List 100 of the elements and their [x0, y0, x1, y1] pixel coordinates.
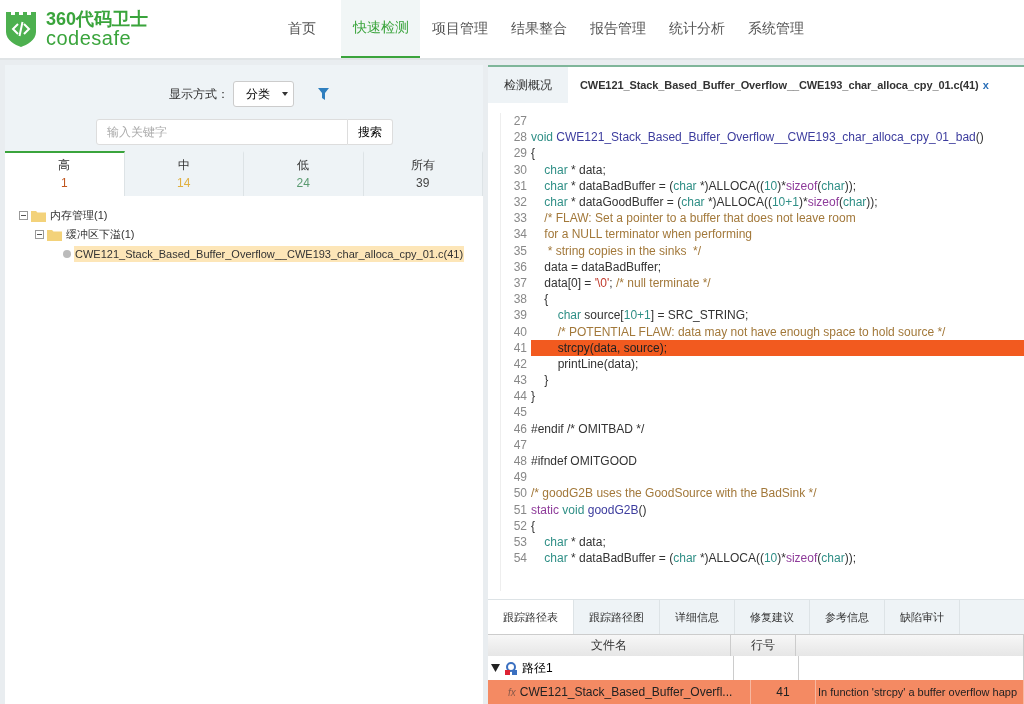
code-token: ; — [609, 275, 614, 290]
line-number: 53 — [512, 534, 528, 549]
collapse-toggle-icon[interactable] — [35, 230, 44, 239]
code-token: void — [531, 130, 554, 145]
code-token: sizeof — [807, 195, 839, 210]
code-token: static — [531, 502, 560, 517]
line-number: 48 — [512, 454, 528, 469]
code-token: * data; — [570, 534, 606, 549]
code-token: data[0] = — [543, 275, 593, 290]
line-number: 28 — [512, 130, 528, 145]
code-token: () — [975, 130, 984, 145]
line-number: 34 — [512, 227, 528, 242]
code-token: source[ — [583, 308, 624, 323]
code-token: ( — [839, 195, 843, 210]
code-token: } — [543, 373, 549, 388]
line-number: 54 — [512, 551, 528, 566]
code-token: { — [531, 518, 535, 533]
code-token: char — [673, 551, 697, 566]
code-token: () — [638, 502, 647, 517]
code-token: { — [543, 292, 549, 307]
nav-tab[interactable]: 首页 — [262, 0, 341, 58]
path-group-label[interactable]: 路径1 — [522, 659, 553, 677]
column-header: 文件名 — [488, 635, 731, 656]
code-token: /* POTENTIAL FLAW: data may not have enough space to hold source */ — [556, 324, 946, 339]
code-token: char — [543, 178, 568, 193]
search-button[interactable]: 搜索 — [347, 119, 393, 145]
code-token: char — [673, 178, 697, 193]
code-token: sizeof — [785, 551, 818, 566]
code-token: CWE121_Stack_Based_Buffer_Overflow__CWE193_char_alloca_cpy_01_bad — [556, 130, 976, 145]
code-token: )); — [844, 178, 856, 193]
code-token: 10 — [763, 551, 778, 566]
nav-tab[interactable]: 系统管理 — [736, 0, 815, 58]
code-token: { — [531, 146, 535, 161]
line-number: 32 — [512, 195, 528, 210]
code-token: )* — [777, 551, 786, 566]
code-token: * dataGoodBuffer = ( — [570, 195, 682, 210]
line-number: 30 — [512, 162, 528, 177]
line-number: 46 — [512, 421, 528, 436]
code-token: char — [543, 534, 568, 549]
code-token: void — [562, 502, 586, 517]
code-token: * data; — [570, 162, 606, 177]
code-token: *)ALLOCA(( — [706, 195, 772, 210]
code-token: goodG2B — [587, 502, 639, 517]
line-number: 38 — [512, 292, 528, 307]
code-token: strcpy(data, source); — [556, 340, 668, 355]
code-token: )* — [777, 178, 786, 193]
code-token: ] = SRC_STRING; — [650, 308, 749, 323]
severity-tab[interactable]: 高 1 — [5, 151, 125, 196]
filter-icon[interactable] — [318, 88, 329, 100]
tree-item[interactable]: 缓冲区下溢(1) — [65, 225, 136, 244]
line-number: 50 — [512, 486, 528, 501]
code-token: )); — [844, 551, 856, 566]
function-icon: fx — [508, 686, 516, 698]
folder-icon — [47, 228, 62, 241]
nav-tab[interactable]: 结果整合 — [499, 0, 578, 58]
code-token: 10+1 — [771, 195, 799, 210]
code-token: *)ALLOCA(( — [698, 178, 764, 193]
code-token: 10+1 — [623, 308, 651, 323]
display-mode-select[interactable]: 分类 — [233, 81, 294, 107]
code-token: /* FLAW: Set a pointer to a buffer that does not leave room — [543, 211, 856, 226]
tree-item[interactable]: CWE121_Stack_Based_Buffer_Overflow__CWE193_char_alloca_cpy_01.c(41) — [74, 245, 465, 262]
collapse-toggle-icon[interactable] — [19, 211, 28, 220]
detail-tab[interactable]: 跟踪路径表 — [488, 600, 574, 634]
code-token: ( — [817, 551, 822, 566]
line-number: 27 — [512, 114, 528, 129]
nav-tab[interactable]: 项目管理 — [420, 0, 499, 58]
line-number: 51 — [512, 502, 528, 517]
line-number: 37 — [512, 275, 528, 290]
keyword-search-field[interactable]: 输入关键字 — [95, 119, 348, 145]
close-icon[interactable]: x — [982, 79, 989, 91]
logo-subtitle: codesafe — [46, 28, 133, 48]
line-number: 44 — [512, 389, 528, 404]
code-token: char — [821, 551, 845, 566]
line-number: 43 — [512, 373, 528, 388]
logo-title: 360代码卫士 — [46, 10, 149, 28]
code-token: * dataBadBuffer = ( — [570, 551, 674, 566]
expand-arrow-icon[interactable] — [491, 664, 500, 672]
line-number: 49 — [512, 470, 528, 485]
line-number: 45 — [512, 405, 528, 420]
code-token: #ifndef OMITGOOD — [531, 454, 638, 469]
bullet-icon — [63, 249, 71, 258]
line-number: 35 — [512, 243, 528, 258]
code-token: char — [556, 308, 581, 323]
tree-item[interactable]: 内存管理(1) — [49, 206, 109, 225]
code-token: #endif /* OMITBAD */ — [531, 421, 645, 436]
nav-tab[interactable]: 统计分析 — [657, 0, 736, 58]
nav-tab[interactable]: 报告管理 — [578, 0, 657, 58]
code-token: char — [843, 195, 867, 210]
code-token: )); — [866, 195, 878, 210]
code-token: sizeof — [785, 178, 818, 193]
code-token: /* null terminate */ — [616, 275, 711, 290]
line-number: 31 — [512, 178, 528, 193]
line-number: 39 — [512, 308, 528, 323]
line-number: 47 — [512, 437, 528, 452]
folder-icon — [31, 209, 46, 222]
code-token: char — [821, 178, 845, 193]
editor-tab[interactable]: 检测概况 — [488, 67, 568, 103]
display-mode-label: 显示方式： — [169, 85, 229, 103]
table-cell: 41 — [751, 680, 816, 704]
shield-logo-icon — [4, 10, 38, 48]
